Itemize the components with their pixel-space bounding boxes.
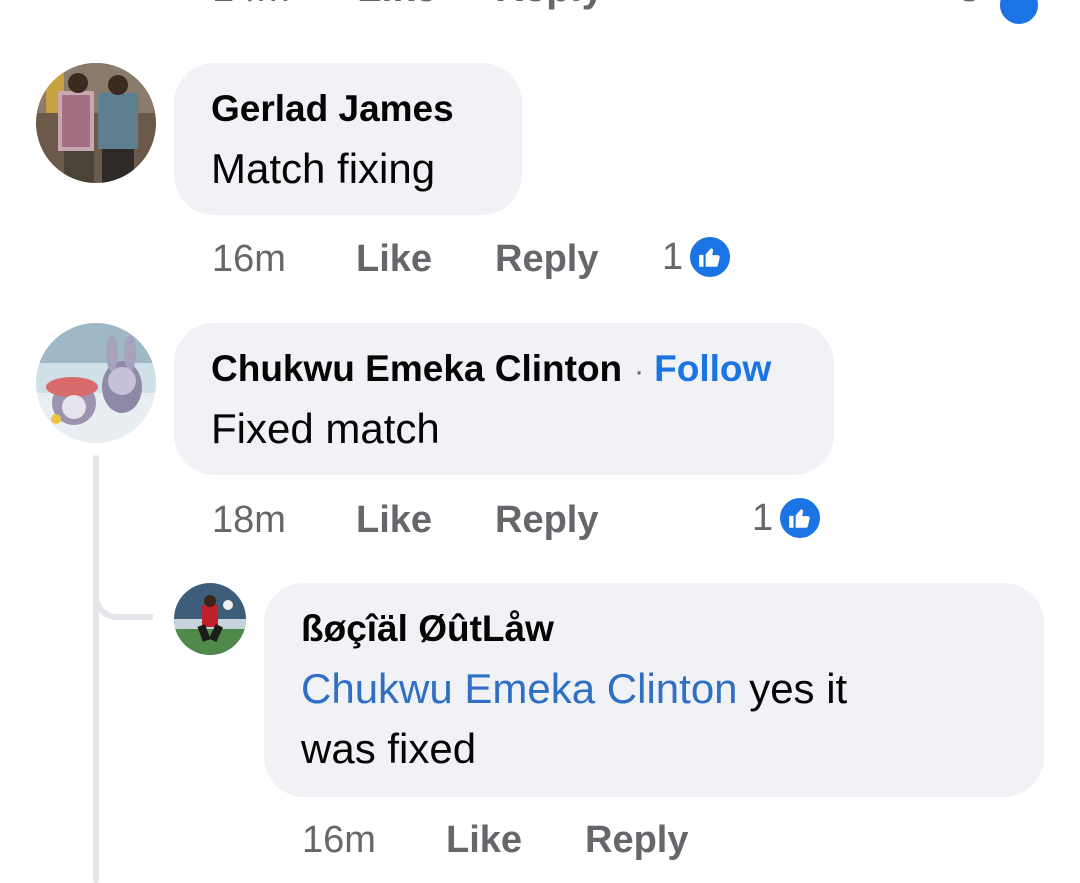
separator-dot: · [634, 355, 645, 388]
comment-bubble: Chukwu Emeka Clinton · Follow Fixed match [174, 323, 834, 475]
thread-connector [93, 455, 99, 883]
comment-time[interactable]: 18m [212, 499, 286, 542]
thumbs-up-icon [777, 495, 824, 541]
like-button[interactable]: Like [356, 499, 432, 542]
reply-bubble: ßøçîäl ØûtLåw Chukwu Emeka Clinton yes i… [264, 583, 1044, 797]
reply-button[interactable]: Reply [495, 238, 598, 281]
reply-text: Chukwu Emeka Clinton yes it was fixed [301, 659, 1021, 779]
thread-connector-branch [93, 560, 153, 620]
reaction-count: 1 [752, 496, 774, 539]
reply-actions: 16m Like Reply [302, 819, 862, 869]
reply-button[interactable]: Reply [585, 819, 688, 862]
previous-reaction-count[interactable]: 3 [958, 0, 980, 11]
reply-button[interactable]: Reply [495, 499, 598, 542]
previous-like-button[interactable]: Like [357, 0, 437, 11]
mention-link[interactable]: Chukwu Emeka Clinton [301, 665, 738, 712]
avatar[interactable] [174, 583, 246, 655]
reply-text-line2: was fixed [301, 725, 477, 772]
comment-actions: 18m Like Reply [212, 499, 772, 549]
previous-reply-button[interactable]: Reply [495, 0, 604, 11]
thumbs-up-icon [687, 234, 734, 280]
comment-header: Chukwu Emeka Clinton · Follow [211, 348, 771, 390]
follow-button[interactable]: Follow [654, 348, 771, 389]
reaction-count: 1 [662, 235, 684, 278]
avatar[interactable] [36, 63, 156, 183]
reply-time[interactable]: 16m [302, 819, 376, 862]
reply-text-line1: yes it [737, 665, 848, 712]
comment-text: Fixed match [211, 405, 440, 452]
comment-time[interactable]: 16m [212, 238, 286, 281]
reaction-summary[interactable]: 1 [662, 234, 734, 280]
comment-author[interactable]: Chukwu Emeka Clinton [211, 348, 622, 389]
like-button[interactable]: Like [446, 819, 522, 862]
like-button[interactable]: Like [356, 238, 432, 281]
previous-comment-time: 14m [212, 0, 290, 11]
comment-author[interactable]: Gerlad James [211, 88, 454, 130]
comment-bubble: Gerlad James Match fixing [174, 63, 522, 215]
avatar[interactable] [36, 323, 156, 443]
reaction-summary[interactable]: 1 [752, 495, 824, 541]
previous-comment-actions: 14m Like Reply 3 [0, 0, 1080, 24]
comment-text: Match fixing [211, 145, 436, 192]
reply-author[interactable]: ßøçîäl ØûtLåw [301, 608, 554, 650]
